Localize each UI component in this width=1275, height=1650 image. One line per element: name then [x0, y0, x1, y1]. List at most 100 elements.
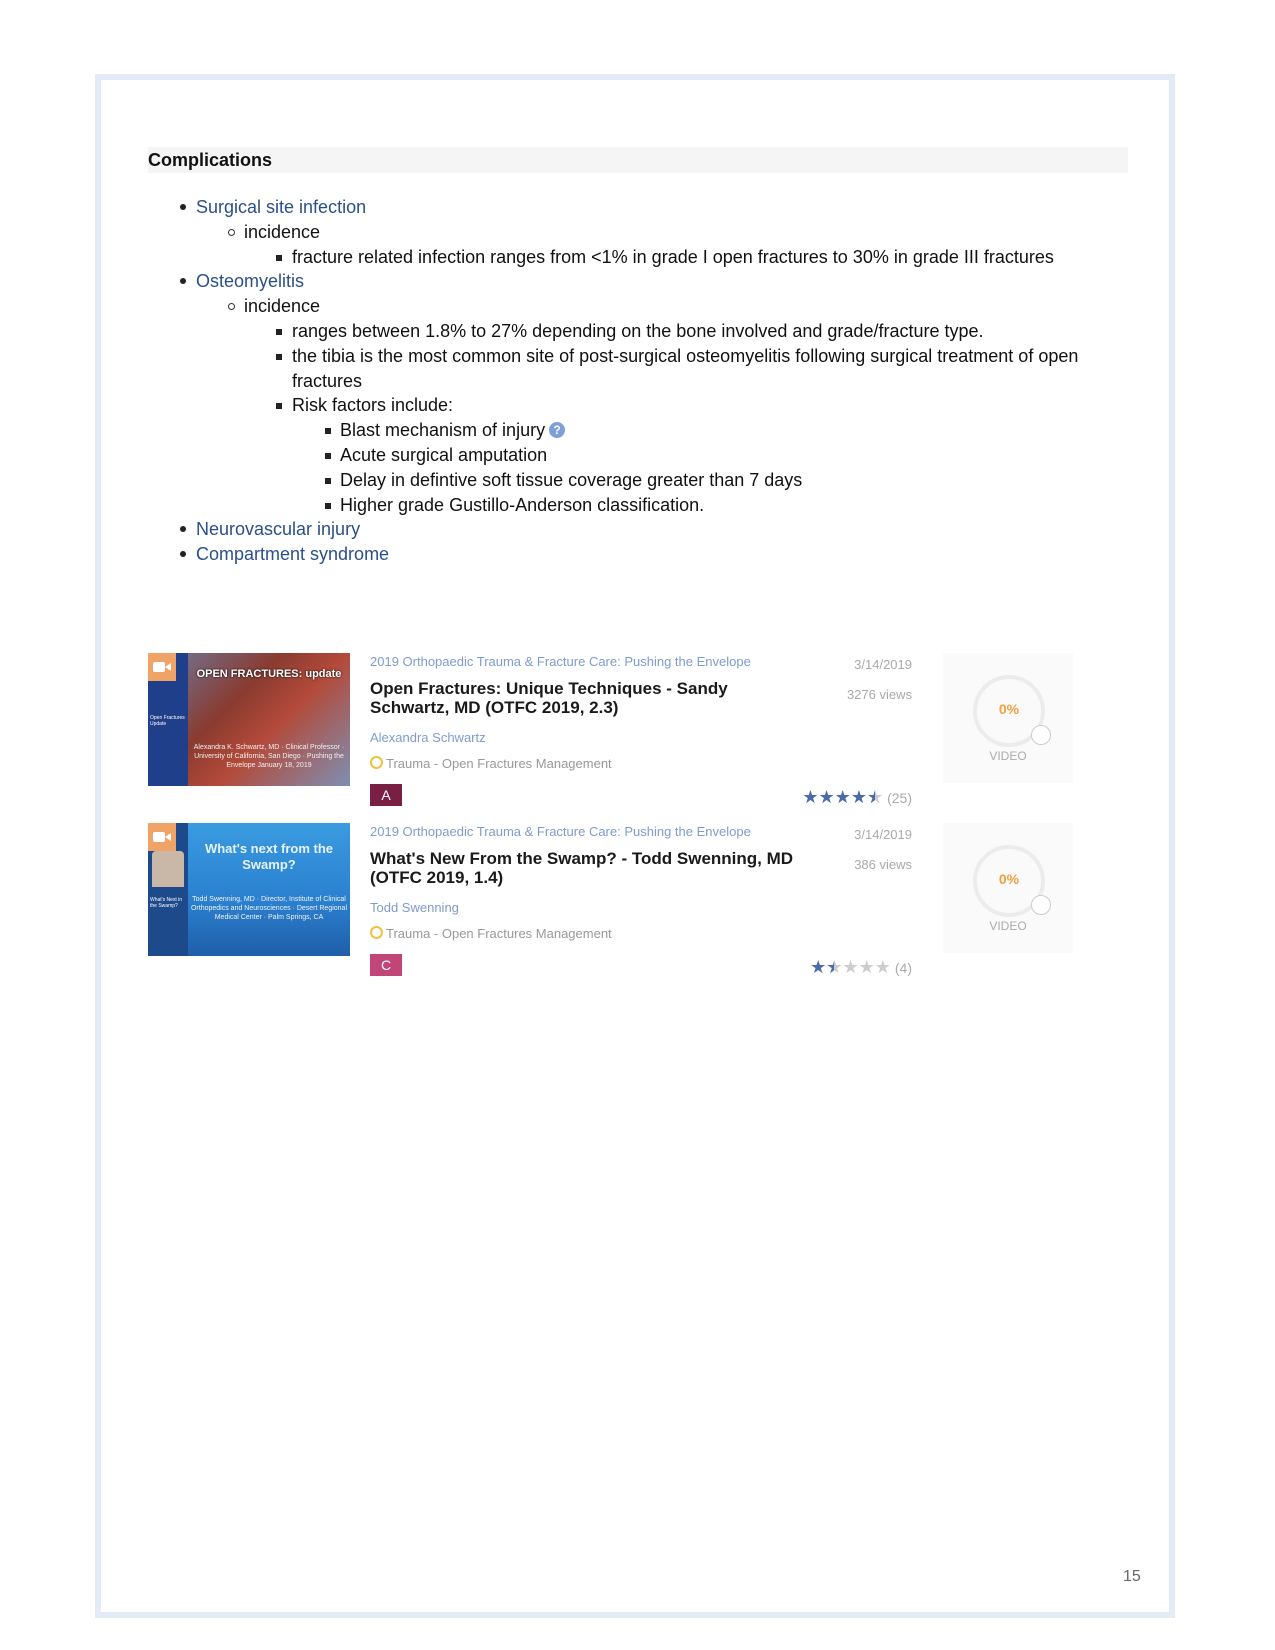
list-text: ranges between 1.8% to 27% depending on … [292, 320, 984, 341]
list-item: Surgical site infection [180, 195, 1130, 220]
stars: ★★★★★ [802, 787, 883, 808]
list-item: Acute surgical amputation [180, 443, 1130, 468]
star-icon[interactable]: ★ [842, 957, 858, 978]
list-item: incidence [180, 220, 1130, 245]
list-text: Acute surgical amputation [340, 444, 548, 465]
thumbnail-subtitle: Alexandra K. Schwartz, MD · Clinical Pro… [193, 744, 345, 769]
list-item: Risk factors include: [180, 393, 1130, 418]
speaker-photo [152, 851, 184, 887]
square-bullet-icon [276, 353, 282, 360]
video-title[interactable]: Open Fractures: Unique Techniques - Sand… [370, 679, 800, 717]
event-link[interactable]: 2019 Orthopaedic Trauma & Fracture Care:… [370, 653, 800, 671]
thumbnail-title: What's next from the Swamp? [204, 841, 334, 872]
list-item: the tibia is the most common site of pos… [180, 344, 1122, 394]
topic-tag[interactable]: Trauma - Open Fractures Management [370, 925, 800, 943]
circle-bullet-icon [228, 303, 235, 311]
grade-badge: C [370, 954, 402, 976]
list-text: the tibia is the most common site of pos… [292, 345, 1079, 391]
video-views: 386 views [854, 857, 912, 872]
stars: ★★★★★ [810, 957, 891, 978]
link-compartment-syndrome[interactable]: Compartment syndrome [196, 544, 389, 564]
heading-bar [148, 147, 1128, 173]
progress-knob [1031, 725, 1051, 745]
video-camera-icon [148, 653, 176, 681]
topic-tag[interactable]: Trauma - Open Fractures Management [370, 755, 800, 773]
topic-label: Trauma - Open Fractures Management [386, 756, 612, 771]
star-icon[interactable]: ★ [875, 957, 891, 978]
progress-widget: 0% VIDEO [943, 653, 1073, 783]
link-surgical-site-infection[interactable]: Surgical site infection [196, 197, 366, 217]
event-link[interactable]: 2019 Orthopaedic Trauma & Fracture Care:… [370, 823, 800, 841]
circle-bullet-icon [228, 228, 235, 236]
progress-widget: 0% VIDEO [943, 823, 1073, 953]
author-link[interactable]: Alexandra Schwartz [370, 729, 800, 747]
star-icon[interactable]: ★ [810, 957, 826, 978]
list-item: Delay in defintive soft tissue coverage … [180, 468, 1130, 493]
video-thumbnail[interactable]: Open Fractures Update OPEN FRACTURES: up… [148, 653, 350, 786]
square-bullet-icon [276, 403, 282, 410]
video-meta: 2019 Orthopaedic Trauma & Fracture Care:… [370, 653, 800, 773]
thumbnail-title: OPEN FRACTURES: update [196, 668, 342, 680]
help-icon[interactable]: ? [549, 422, 566, 439]
star-icon[interactable]: ★ [851, 787, 867, 808]
video-title[interactable]: What's New From the Swamp? - Todd Swenni… [370, 849, 800, 887]
video-card[interactable]: Open Fractures Update OPEN FRACTURES: up… [148, 653, 1108, 813]
progress-label: VIDEO [989, 749, 1027, 763]
topic-label: Trauma - Open Fractures Management [386, 926, 612, 941]
author-link[interactable]: Todd Swenning [370, 899, 800, 917]
star-icon[interactable]: ★ [859, 957, 875, 978]
star-rating[interactable]: ★★★★★(4) [810, 957, 912, 978]
square-bullet-icon [276, 254, 282, 261]
thumbnail-subtitle: Todd Swenning, MD · Director, Institute … [190, 896, 348, 921]
video-date: 3/14/2019 [854, 657, 912, 672]
bullet-icon [180, 526, 186, 533]
bullet-icon [180, 278, 186, 285]
progress-label: VIDEO [989, 919, 1027, 933]
bullet-icon [180, 551, 186, 558]
video-meta: 2019 Orthopaedic Trauma & Fracture Care:… [370, 823, 800, 943]
thumbnail-side-text: What's Next in the Swamp? [150, 897, 183, 909]
star-icon[interactable]: ★ [802, 787, 818, 808]
link-osteomyelitis[interactable]: Osteomyelitis [196, 271, 304, 291]
list-text: Blast mechanism of injury [340, 420, 546, 441]
square-bullet-icon [325, 452, 331, 459]
thumbnail-side-text: Open Fractures Update [150, 715, 185, 727]
list-item: Compartment syndrome [180, 542, 1130, 567]
video-camera-icon [148, 823, 176, 851]
video-date: 3/14/2019 [854, 827, 912, 842]
list-item: ranges between 1.8% to 27% depending on … [180, 319, 1130, 344]
topic-ring-icon [370, 926, 383, 939]
progress-knob [1031, 895, 1051, 915]
square-bullet-icon [325, 428, 331, 435]
rating-count: (25) [887, 790, 912, 806]
complications-outline: Surgical site infection incidence fractu… [180, 195, 1130, 567]
link-neurovascular-injury[interactable]: Neurovascular injury [196, 519, 360, 539]
list-text: Delay in defintive soft tissue coverage … [340, 469, 803, 490]
star-icon[interactable]: ★ [826, 957, 842, 978]
list-text: Higher grade Gustillo-Anderson classific… [340, 494, 705, 515]
video-thumbnail[interactable]: What's Next in the Swamp? What's next fr… [148, 823, 350, 956]
topic-ring-icon [370, 756, 383, 769]
list-text: incidence [244, 221, 321, 242]
rating-count: (4) [894, 960, 912, 976]
grade-badge: A [370, 784, 402, 806]
square-bullet-icon [325, 502, 331, 509]
video-views: 3276 views [846, 687, 912, 702]
list-item: Osteomyelitis [180, 269, 1130, 294]
star-rating[interactable]: ★★★★★(25) [802, 787, 912, 808]
progress-percent: 0% [998, 871, 1020, 887]
square-bullet-icon [276, 328, 282, 335]
star-icon[interactable]: ★ [819, 787, 835, 808]
page-number: 15 [1123, 1568, 1141, 1585]
section-heading: Complications [148, 150, 273, 170]
list-item: incidence [180, 294, 1130, 319]
list-item: Blast mechanism of injury? [180, 418, 1130, 443]
square-bullet-icon [325, 477, 331, 484]
list-item: Neurovascular injury [180, 517, 1130, 542]
star-icon[interactable]: ★ [835, 787, 851, 808]
video-card[interactable]: What's Next in the Swamp? What's next fr… [148, 823, 1108, 983]
progress-percent: 0% [998, 701, 1020, 717]
star-icon[interactable]: ★ [867, 787, 883, 808]
bullet-icon [180, 204, 186, 210]
list-text: incidence [244, 296, 321, 317]
